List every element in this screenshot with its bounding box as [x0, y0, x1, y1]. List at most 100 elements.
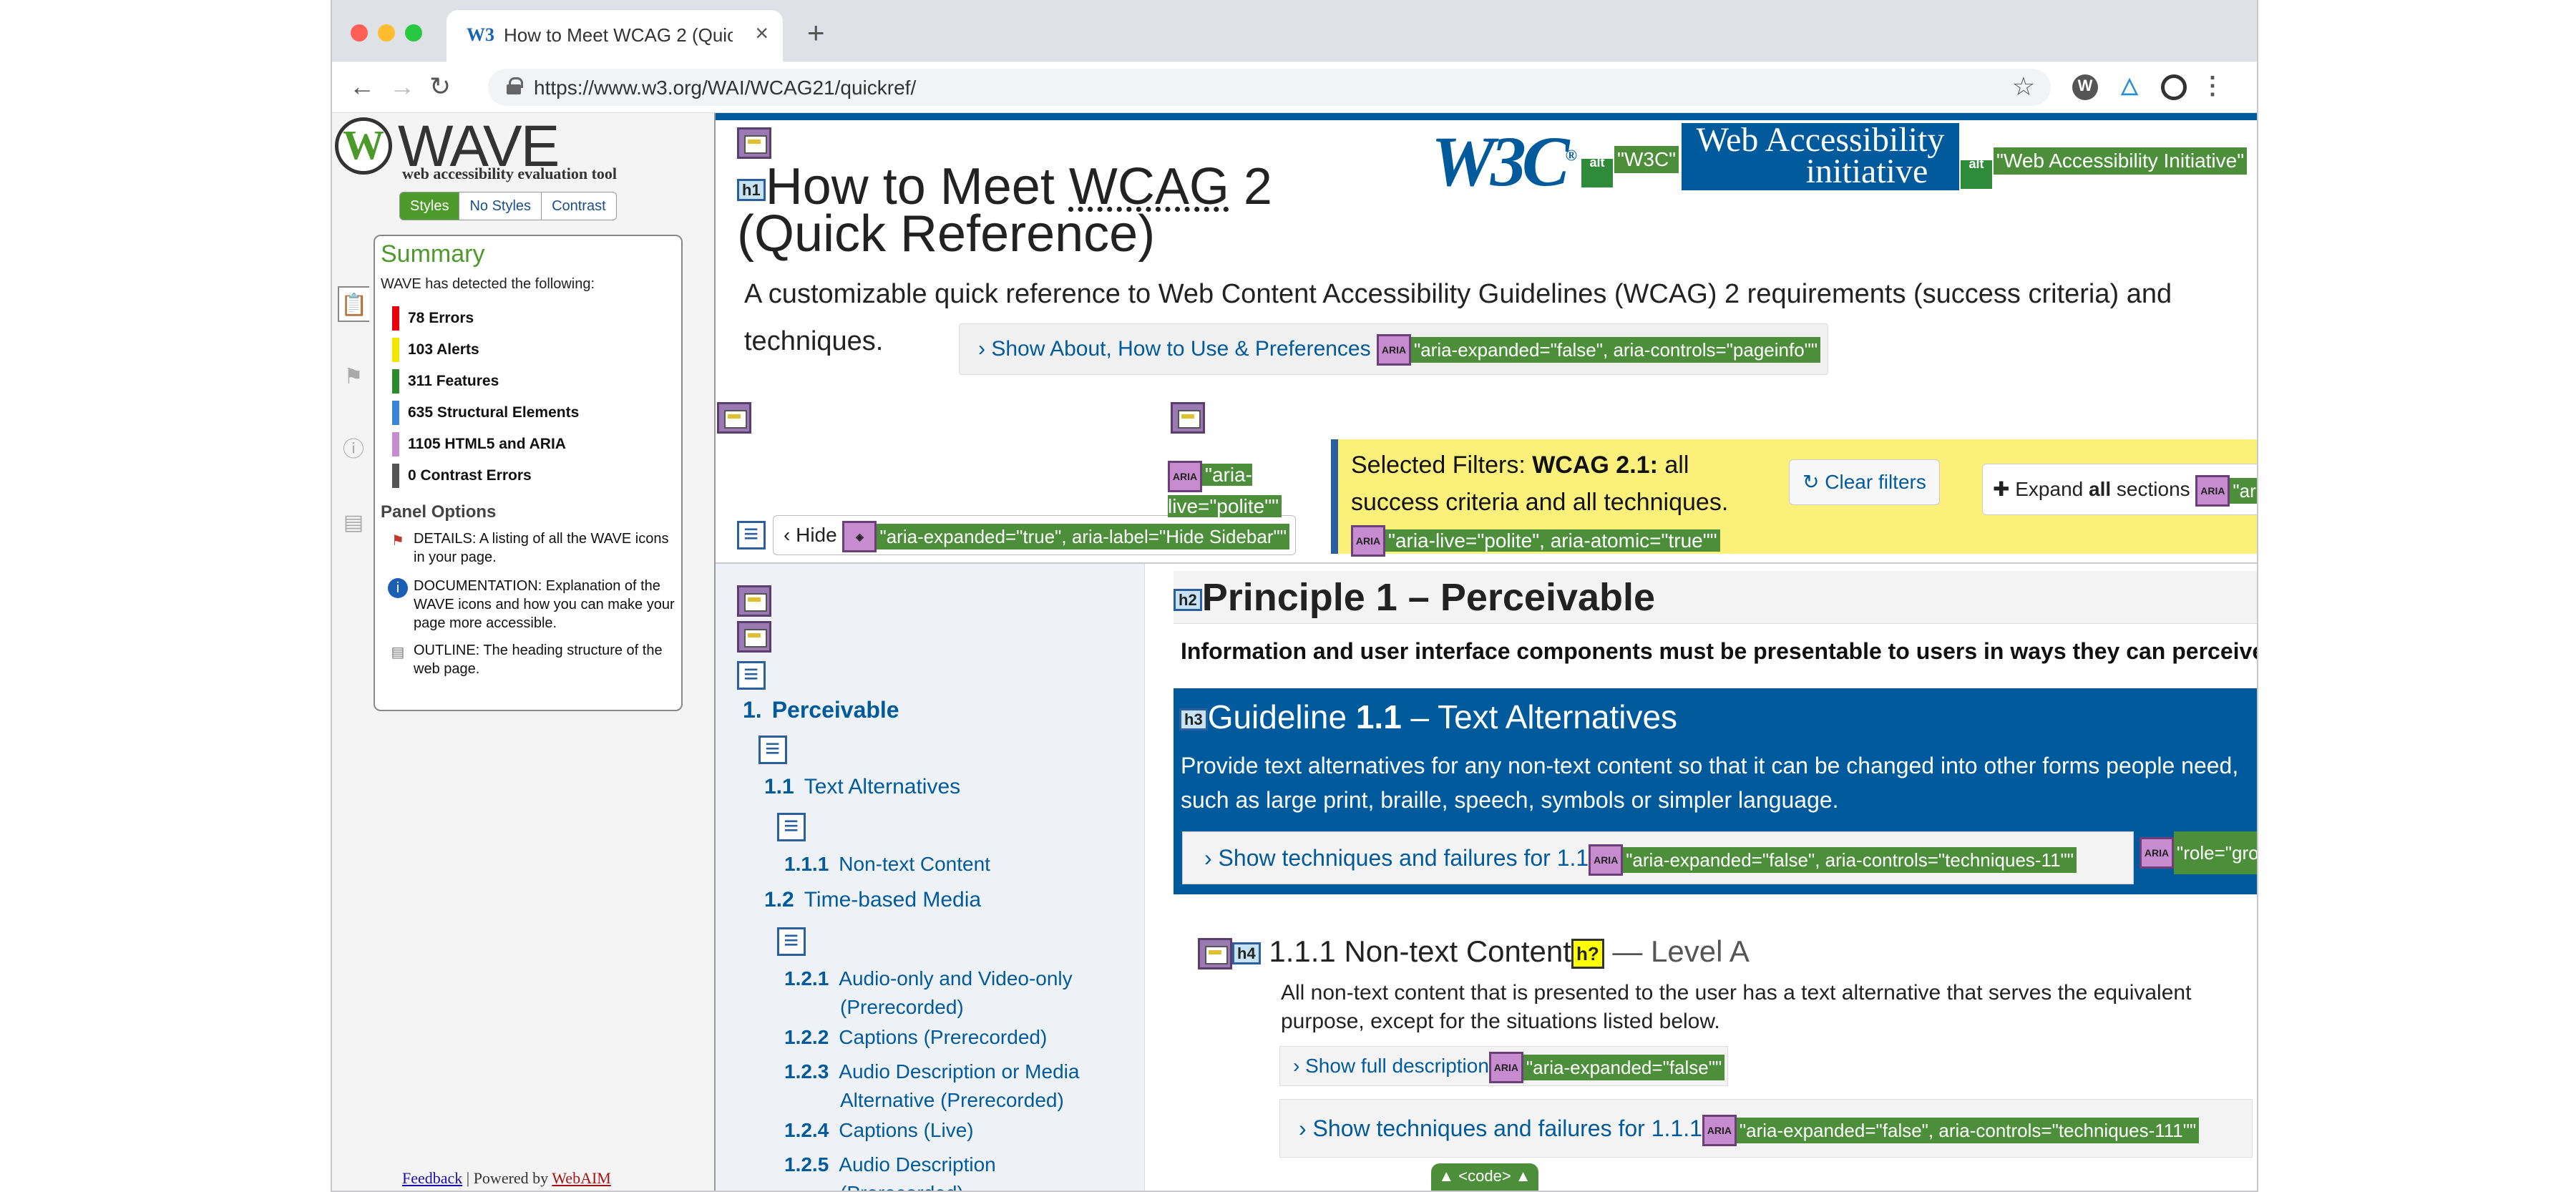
show-about-button[interactable]: › Show About, How to Use & Preferences A…	[959, 323, 1829, 375]
wave-structure-icon[interactable]	[1171, 402, 1205, 434]
no-styles-button[interactable]: No Styles	[459, 192, 542, 220]
wai-alt-icon[interactable]: alt	[1961, 160, 1992, 189]
success-criterion-heading: h4 1.1.1 Non-text Content h? — Level A	[1198, 934, 1750, 969]
browser-toolbar: ← → ↻ https://www.w3.org/WAI/WCAG21/quic…	[332, 62, 2257, 113]
address-bar[interactable]: https://www.w3.org/WAI/WCAG21/quickref/ …	[488, 69, 2051, 106]
h4-tag-icon[interactable]: h4	[1232, 942, 1261, 964]
show-techniques-11-button[interactable]: › Show techniques and failures for 1.1 AR…	[1182, 831, 2134, 884]
wai-logo[interactable]: Web Accessibility initiative	[1682, 123, 1959, 190]
lock-icon	[507, 77, 523, 94]
wave-subtitle: web accessibility evaluation tool	[402, 165, 618, 182]
aria-icon[interactable]: ARIA	[1589, 844, 1624, 876]
webaim-link[interactable]: WebAIM	[552, 1169, 611, 1187]
outline-document-icon[interactable]: ▤	[338, 505, 369, 541]
browser-window: W3 How to Meet WCAG 2 (Quickre × + ← → ↻…	[331, 0, 2258, 1192]
refresh-icon: ↻	[1802, 471, 1820, 493]
toc-item-audio-description[interactable]: 1.2.5Audio Description (Prerecorded)	[784, 1151, 996, 1191]
toc-item-perceivable[interactable]: 1. Perceivable	[743, 695, 899, 724]
styles-button[interactable]: Styles	[400, 192, 460, 220]
tab-title: How to Meet WCAG 2 (Quickre	[504, 24, 733, 46]
aria-icon[interactable]: ARIA	[2140, 837, 2174, 869]
guideline-heading: h3 Guideline 1.1 – Text Alternatives	[1179, 697, 1677, 737]
outline-option[interactable]: ▤ OUTLINE: The heading structure of the …	[381, 641, 681, 678]
circle-extension-icon[interactable]	[2161, 74, 2187, 100]
h2-tag-icon[interactable]: h2	[1174, 588, 1202, 611]
forward-icon[interactable]: →	[389, 72, 415, 102]
details-flag-icon[interactable]: ⚑	[338, 359, 369, 395]
h1-tag-icon[interactable]: h1	[737, 178, 766, 201]
documentation-info-icon[interactable]: ⓘ	[338, 432, 369, 468]
show-full-description-button[interactable]: › Show full description ARIA "aria-expande…	[1279, 1046, 1729, 1086]
toc-item-text-alternatives[interactable]: 1.1 Text Alternatives	[764, 773, 960, 801]
toc-item-captions-live[interactable]: 1.2.4 Captions (Live)	[784, 1116, 974, 1145]
close-window-button[interactable]	[351, 24, 368, 41]
w3c-favicon-icon: W3	[467, 24, 494, 45]
details-option[interactable]: ⚑ DETAILS: A listing of all the WAVE ico…	[381, 529, 681, 567]
aria-icon[interactable]: ARIA	[1488, 1051, 1523, 1083]
chevron-left-icon: ‹	[784, 524, 791, 546]
documentation-option[interactable]: i DOCUMENTATION: Explanation of the WAVE…	[381, 577, 681, 632]
wave-structure-icon[interactable]	[1198, 937, 1232, 969]
wave-structure-icon[interactable]	[737, 621, 771, 653]
tab-strip: W3 How to Meet WCAG 2 (Quickre × +	[332, 0, 2257, 62]
wave-summary-panel: Summary WAVE has detected the following:…	[374, 235, 683, 711]
principle-description: Information and user interface component…	[1181, 638, 2258, 664]
feedback-link[interactable]: Feedback	[402, 1169, 462, 1187]
close-tab-icon[interactable]: ×	[755, 20, 769, 47]
expand-all-button[interactable]: ✚ Expand all sections ARIA"aria-ex	[1982, 464, 2257, 515]
triangle-extension-icon[interactable]: △	[2117, 74, 2142, 100]
main-content: h2 Principle 1 – Perceivable Information …	[1166, 564, 2258, 1191]
clear-filters-button[interactable]: ↻ Clear filters	[1789, 459, 1940, 505]
list-icon[interactable]	[758, 733, 787, 764]
wave-structure-icon[interactable]	[737, 585, 771, 617]
maximize-window-button[interactable]	[405, 24, 422, 41]
back-icon[interactable]: ←	[349, 72, 375, 102]
hide-sidebar-button[interactable]: ‹ Hide ◈ "aria-expanded="true", aria-labe…	[773, 515, 1296, 555]
minimize-window-button[interactable]	[378, 24, 395, 41]
page-title: h1How to Meet WCAG 2 (Quick Reference)	[737, 158, 1272, 263]
toc-item-captions-prerecorded[interactable]: 1.2.2 Captions (Prerecorded)	[784, 1023, 1047, 1052]
menu-dots-icon[interactable]: ⋮	[2200, 74, 2225, 100]
aria-icon[interactable]: ARIA	[1168, 461, 1202, 492]
summary-clipboard-icon[interactable]: 📋	[338, 286, 369, 322]
list-icon[interactable]	[737, 659, 766, 690]
page-top-bar	[716, 113, 2257, 120]
wave-structure-icon[interactable]	[717, 402, 751, 434]
toc-item-audio-only-video-only[interactable]: 1.2.1 Audio-only and Video-only (Prerecor…	[784, 964, 1073, 1022]
show-techniques-111-button[interactable]: › Show techniques and failures for 1.1.1…	[1279, 1099, 2253, 1158]
aria-icon[interactable]: ARIA	[1351, 525, 1385, 557]
aria-icon[interactable]: ARIA	[1376, 334, 1411, 366]
wave-style-toggle: Styles No Styles Contrast	[399, 192, 617, 220]
w3c-logo[interactable]: W3C®	[1431, 120, 1577, 202]
chevron-right-icon: ›	[978, 337, 985, 361]
wave-logo-icon: W	[335, 117, 392, 175]
aria-tag-icon[interactable]: ◈	[842, 520, 877, 552]
browser-tab[interactable]: W3 How to Meet WCAG 2 (Quickre ×	[447, 10, 783, 62]
lower-section: 1.Perceivable 1.1Text Alternatives 1.1.1…	[716, 562, 2258, 1191]
contrast-button[interactable]: Contrast	[542, 192, 616, 220]
possible-heading-alert-icon[interactable]: h?	[1571, 938, 1604, 969]
guideline-box: h3 Guideline 1.1 – Text Alternatives Prov…	[1174, 688, 2257, 894]
list-icon[interactable]	[777, 811, 806, 841]
code-panel-toggle[interactable]: ▲ <code> ▲	[1431, 1163, 1538, 1191]
bookmark-star-icon[interactable]: ☆	[2012, 72, 2035, 102]
h3-tag-icon[interactable]: h3	[1179, 708, 1208, 731]
new-tab-icon[interactable]: +	[807, 16, 825, 50]
list-icon[interactable]	[737, 519, 766, 549]
aria-icon[interactable]: ARIA	[2195, 474, 2230, 507]
alerts-count: 103 Alerts	[392, 338, 479, 362]
toc-item-non-text-content[interactable]: 1.1.1 Non-text Content	[784, 850, 990, 879]
wave-structure-icon[interactable]	[737, 127, 771, 159]
full-description-aria-text: "aria-expanded="false""	[1523, 1054, 1725, 1080]
reload-icon[interactable]: ↻	[429, 72, 451, 102]
toc-item-time-based-media[interactable]: 1.2 Time-based Media	[764, 886, 981, 914]
wave-extension-icon[interactable]: W	[2072, 74, 2098, 100]
chevron-right-icon: ›	[1293, 1055, 1300, 1077]
w3c-alt-text: "W3C"	[1614, 146, 1679, 173]
toc-item-audio-description-alt[interactable]: 1.2.3 Audio Description or Media Alternat…	[784, 1057, 1079, 1115]
aria-icon[interactable]: ARIA	[1702, 1114, 1737, 1146]
success-criterion-description: All non-text content that is presented t…	[1281, 981, 2192, 1033]
alt-text-icon[interactable]: alt	[1581, 159, 1613, 187]
url-text: https://www.w3.org/WAI/WCAG21/quickref/	[534, 77, 917, 99]
list-icon[interactable]	[777, 925, 806, 956]
